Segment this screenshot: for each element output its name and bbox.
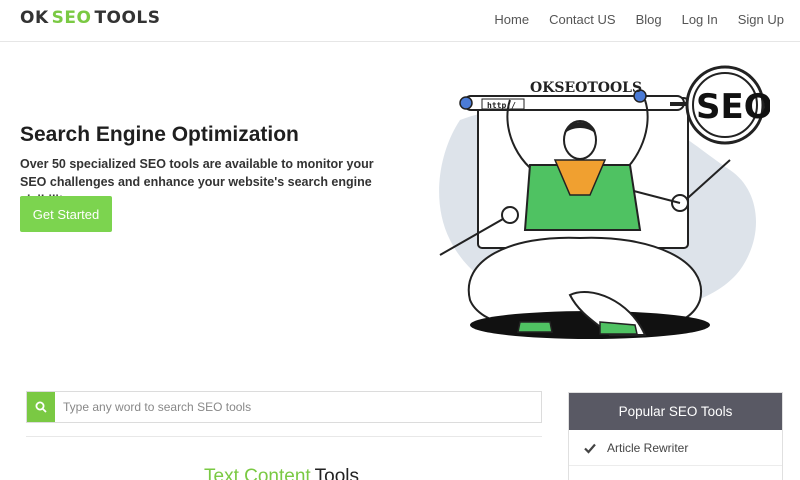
popular-tools-panel: Popular SEO Tools Article Rewriter	[568, 392, 783, 480]
magnifier-text: SEO	[696, 87, 770, 127]
site-header: OK SEO TOOLS Home Contact US Blog Log In…	[0, 0, 800, 42]
url-text: http:/	[487, 101, 516, 110]
search-input[interactable]	[55, 392, 541, 422]
search-icon	[35, 401, 47, 413]
section-title: Text Content Tools	[204, 466, 359, 480]
hero-illustration: http:/ OKSEOTOOLS SEO	[439, 65, 770, 339]
nav-home[interactable]: Home	[494, 12, 529, 27]
nav-blog[interactable]: Blog	[636, 12, 662, 27]
section-title-green: Text Content	[204, 466, 311, 480]
section-title-dark: Tools	[314, 466, 360, 480]
main-nav: Home Contact US Blog Log In Sign Up	[474, 12, 784, 27]
site-logo[interactable]: OK SEO TOOLS	[20, 7, 161, 29]
nav-signup[interactable]: Sign Up	[738, 12, 784, 27]
popular-item-article-rewriter[interactable]: Article Rewriter	[569, 430, 782, 466]
hero-title: Search Engine Optimization	[20, 123, 299, 146]
nav-login[interactable]: Log In	[682, 12, 718, 27]
check-icon	[584, 443, 596, 454]
logo-tools: TOOLS	[94, 8, 161, 28]
tool-search-bar	[26, 391, 542, 423]
popular-item-label: Article Rewriter	[607, 440, 689, 455]
nav-contact[interactable]: Contact US	[549, 12, 615, 27]
bar-label: OKSEOTOOLS	[530, 80, 642, 96]
section-divider	[26, 436, 542, 437]
popular-tools-title: Popular SEO Tools	[569, 393, 782, 430]
get-started-button[interactable]: Get Started	[20, 196, 112, 232]
logo-ok: OK	[20, 8, 49, 28]
logo-seo: SEO	[51, 8, 92, 28]
search-button[interactable]	[27, 392, 55, 422]
